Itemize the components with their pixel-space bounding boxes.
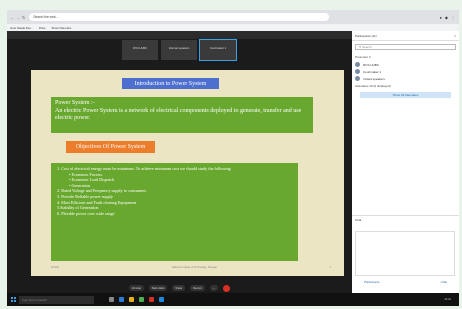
shared-slide: Introduction to Power System Power Syste… <box>31 70 344 276</box>
chat-button[interactable]: Chat <box>441 280 447 284</box>
avatar <box>355 62 360 67</box>
forward-icon[interactable]: → <box>16 15 20 20</box>
share-button[interactable]: Share <box>172 285 186 291</box>
record-button[interactable]: Record <box>190 285 205 291</box>
avatar <box>355 76 360 81</box>
app-icon[interactable] <box>149 297 154 302</box>
participants-button[interactable]: Participants <box>364 280 380 284</box>
profile-icon[interactable]: ● <box>440 15 442 20</box>
chat-area <box>355 231 455 276</box>
browser-toolbar: ← → ↻ Search the web... ● ◆ ⋮ <box>7 10 459 24</box>
meeting-controls: Unmute Start video Share Record ⋯ <box>7 283 352 293</box>
address-bar[interactable]: Search the web... <box>29 13 330 21</box>
footer-institute: National Institute of Technology, Srinag… <box>171 266 218 269</box>
menu-icon[interactable]: ⋮ <box>451 15 455 20</box>
taskbar: Type here to search 12:41 <box>7 293 459 306</box>
slide-title: Introduction to Power System <box>122 78 219 89</box>
edge-icon[interactable] <box>119 297 124 302</box>
avatar <box>355 69 360 74</box>
video-tile[interactable]: Internal speakers <box>161 40 197 60</box>
footer-date: 20/4/21 <box>51 266 60 269</box>
screen: ← → ↻ Search the web... ● ◆ ⋮ Guru Nanak… <box>7 10 459 306</box>
refresh-icon[interactable]: ↻ <box>22 15 25 20</box>
more-button[interactable]: ⋯ <box>209 285 219 291</box>
attendees-section[interactable]: Attendees 10 (0 displayed) <box>352 82 459 90</box>
participants-panel: Participants (11) × ⚲ Search Presenter 3… <box>352 31 459 293</box>
unmute-button[interactable]: Unmute <box>128 285 144 291</box>
bookmark-item[interactable]: Drive <box>39 26 46 30</box>
footer-page: 1 <box>329 266 331 269</box>
presenter-section[interactable]: Presenter 3 <box>352 53 459 61</box>
chat-header[interactable]: Chat <box>352 215 459 224</box>
chrome-icon[interactable] <box>139 297 144 302</box>
definition-heading: Power System :- <box>55 100 95 106</box>
bookmark-item[interactable]: Show Video Ed... <box>52 26 73 30</box>
participant-row[interactable]: Invited speakers <box>352 75 459 82</box>
close-icon[interactable]: × <box>454 34 456 38</box>
participant-row[interactable]: Courtmaker 1 <box>352 68 459 75</box>
bookmarks-bar: Guru Nanak Dev... Drive Show Video Ed... <box>7 24 459 31</box>
panel-title: Participants (11) <box>355 33 377 38</box>
video-tile-active[interactable]: Courtmaker 1 <box>199 39 237 61</box>
extensions-icon[interactable]: ◆ <box>445 15 448 20</box>
video-tiles: RIYA HUBC Internal speakers Courtmaker 1 <box>122 39 237 61</box>
participant-row[interactable]: RIYA HUBC <box>352 61 459 68</box>
definition-text: An electric Power System is a network of… <box>55 107 302 122</box>
objectives-heading: Objectives Of Power System <box>66 141 155 153</box>
list-item: 6. Flexible power over wide range <box>57 210 115 216</box>
task-view-icon[interactable] <box>109 297 114 302</box>
slide-footer: 20/4/21 National Institute of Technology… <box>51 266 331 269</box>
folder-icon[interactable] <box>129 297 134 302</box>
taskbar-search[interactable]: Type here to search <box>19 295 94 304</box>
taskbar-clock: 12:41 <box>444 298 451 301</box>
leave-meeting-button[interactable] <box>223 284 231 292</box>
search-input[interactable]: ⚲ Search <box>355 44 456 50</box>
webex-icon[interactable] <box>159 297 164 302</box>
meeting-header <box>7 31 450 39</box>
video-tile[interactable]: RIYA HUBC <box>122 40 158 60</box>
back-icon[interactable]: ← <box>10 15 14 20</box>
windows-start-icon[interactable] <box>11 297 16 302</box>
show-attendees-button[interactable]: Show All Attendees <box>360 92 451 98</box>
start-video-button[interactable]: Start video <box>148 285 168 291</box>
bookmark-item[interactable]: Guru Nanak Dev... <box>10 26 33 30</box>
objectives-list: 1. Cost of electrical energy must be min… <box>51 163 298 261</box>
definition-box: Power System :- An electric Power System… <box>51 97 313 133</box>
